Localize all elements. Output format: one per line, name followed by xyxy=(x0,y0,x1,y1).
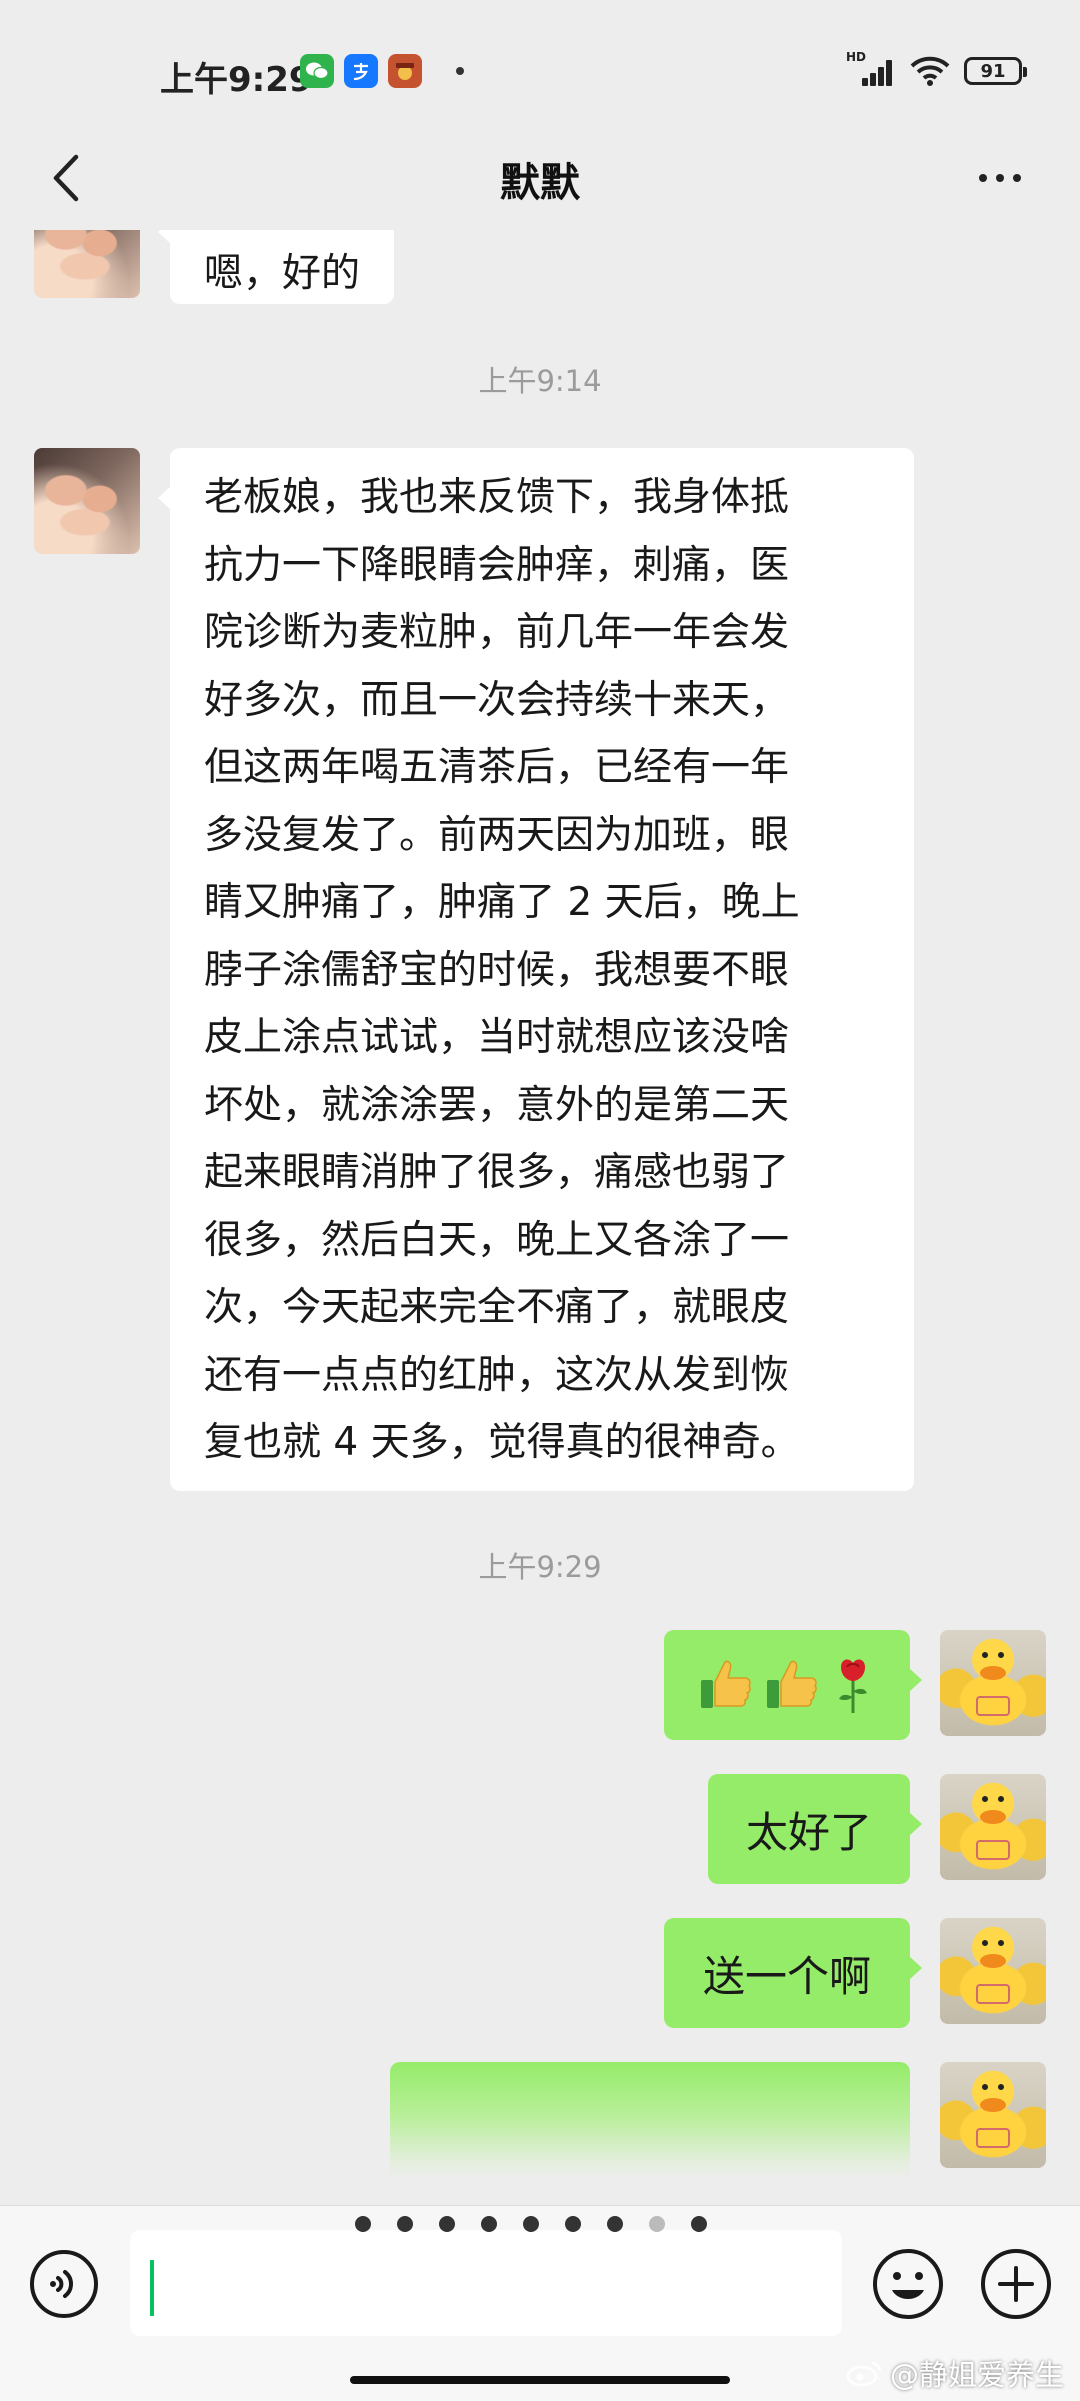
message-bubble[interactable]: 老板娘，我也来反馈下，我身体抵 抗力一下降眼睛会肿痒，刺痛，医 院诊断为麦粒肿，… xyxy=(158,448,914,1491)
chat-header: 默默 xyxy=(0,125,1080,235)
self-avatar[interactable] xyxy=(940,1774,1046,1880)
contact-avatar[interactable] xyxy=(34,230,140,298)
more-notifications-dot xyxy=(456,67,464,75)
message-line: 复也就 4 天多，觉得真的很神奇。 xyxy=(204,1420,800,1465)
message-line: 次，今天起来完全不痛了，就眼皮 xyxy=(204,1285,790,1330)
page-dot xyxy=(481,2216,497,2232)
message-line: 抗力一下降眼睛会肿痒，刺痛，医 xyxy=(204,542,790,588)
message-line: 但这两年喝五清茶后，已经有一年 xyxy=(204,745,790,790)
voice-icon xyxy=(30,2250,98,2318)
rose-icon xyxy=(839,1659,867,1713)
page-dot xyxy=(355,2216,371,2232)
message-line: 好多次，而且一次会持续十来天， xyxy=(204,677,790,723)
page-dot xyxy=(691,2216,707,2232)
message-bubble-emoji[interactable] xyxy=(664,1630,922,1740)
message-line: 很多，然后白天，晚上又各涂了一 xyxy=(204,1217,790,1263)
battery-level: 91 xyxy=(980,60,1006,82)
page-dot xyxy=(439,2216,455,2232)
page-dot xyxy=(607,2216,623,2232)
weibo-icon xyxy=(846,2361,882,2387)
status-time: 上午9:29 xyxy=(160,60,313,100)
wechat-icon xyxy=(300,54,334,88)
thumbs-up-icon xyxy=(767,1660,817,1708)
timestamp: 上午9:14 xyxy=(478,364,602,398)
network-type-label: HD xyxy=(846,50,867,64)
page-indicator-dots xyxy=(355,2216,707,2232)
contact-avatar[interactable] xyxy=(34,448,140,554)
emoji-button[interactable] xyxy=(870,2246,946,2322)
voice-input-button[interactable] xyxy=(28,2248,100,2320)
message-text: 送一个啊 xyxy=(702,1951,871,2001)
chevron-left-icon xyxy=(53,154,79,202)
message-line: 还有一点点的红肿，这次从发到恢 xyxy=(204,1352,790,1398)
message-text: 嗯，好的 xyxy=(204,251,361,296)
timestamp: 上午9:29 xyxy=(478,1550,602,1584)
self-avatar[interactable] xyxy=(940,1918,1046,2024)
more-functions-button[interactable] xyxy=(978,2246,1054,2322)
more-dots-icon xyxy=(979,174,987,182)
signal-icon: HD xyxy=(846,50,896,86)
system-icons: HD 91 xyxy=(846,50,1027,86)
page-dot xyxy=(523,2216,539,2232)
message-line: 睛又肿痛了，肿痛了 2 天后，晚上 xyxy=(204,880,800,925)
message-line: 坏处，就涂涂罢，意外的是第二天 xyxy=(204,1082,790,1128)
message-line: 起来眼睛消肿了很多，痛感也弱了 xyxy=(204,1150,790,1195)
message-line: 院诊断为麦粒肿，前几年一年会发 xyxy=(204,610,790,655)
page-dot xyxy=(565,2216,581,2232)
alipay-icon xyxy=(344,54,378,88)
thumbs-up-icon xyxy=(701,1660,751,1708)
plus-icon xyxy=(981,2249,1051,2319)
status-bar: 上午9:29 HD 91 xyxy=(0,0,1080,135)
chat-title: 默默 xyxy=(500,160,580,206)
message-input[interactable] xyxy=(130,2230,842,2336)
smiley-icon xyxy=(873,2249,943,2319)
message-bubble[interactable]: 嗯，好的 xyxy=(157,230,395,304)
message-line: 脖子涂儒舒宝的时候，我想要不眼 xyxy=(204,947,790,993)
message-list[interactable]: 嗯，好的 上午9:14 老板娘，我也来反馈下，我身体抵 抗力一下降眼睛会肿痒，刺… xyxy=(0,230,1080,2180)
game-app-icon xyxy=(388,54,422,88)
page-dot xyxy=(649,2216,665,2232)
message-line: 老板娘，我也来反馈下，我身体抵 xyxy=(204,475,790,520)
message-text: 太好了 xyxy=(745,1807,872,1857)
watermark-text: @静姐爱养生 xyxy=(889,2358,1064,2392)
message-bubble[interactable]: 太好了 xyxy=(708,1774,922,1884)
wifi-icon xyxy=(910,56,950,86)
message-bubble[interactable]: 送一个啊 xyxy=(664,1918,922,2028)
text-cursor xyxy=(150,2260,154,2316)
message-image[interactable] xyxy=(390,2062,910,2180)
message-line: 皮上涂点试试，当时就想应该没啥 xyxy=(204,1015,790,1060)
self-avatar[interactable] xyxy=(940,2062,1046,2168)
battery-icon: 91 xyxy=(964,57,1027,85)
weibo-watermark: @静姐爱养生 xyxy=(846,2352,1064,2394)
more-options-button[interactable] xyxy=(960,143,1040,213)
self-avatar[interactable] xyxy=(940,1630,1046,1736)
page-dot xyxy=(397,2216,413,2232)
notification-icons xyxy=(300,54,464,88)
message-line: 多没复发了。前两天因为加班，眼 xyxy=(204,812,790,858)
back-button[interactable] xyxy=(30,143,100,213)
home-indicator[interactable] xyxy=(350,2376,730,2384)
